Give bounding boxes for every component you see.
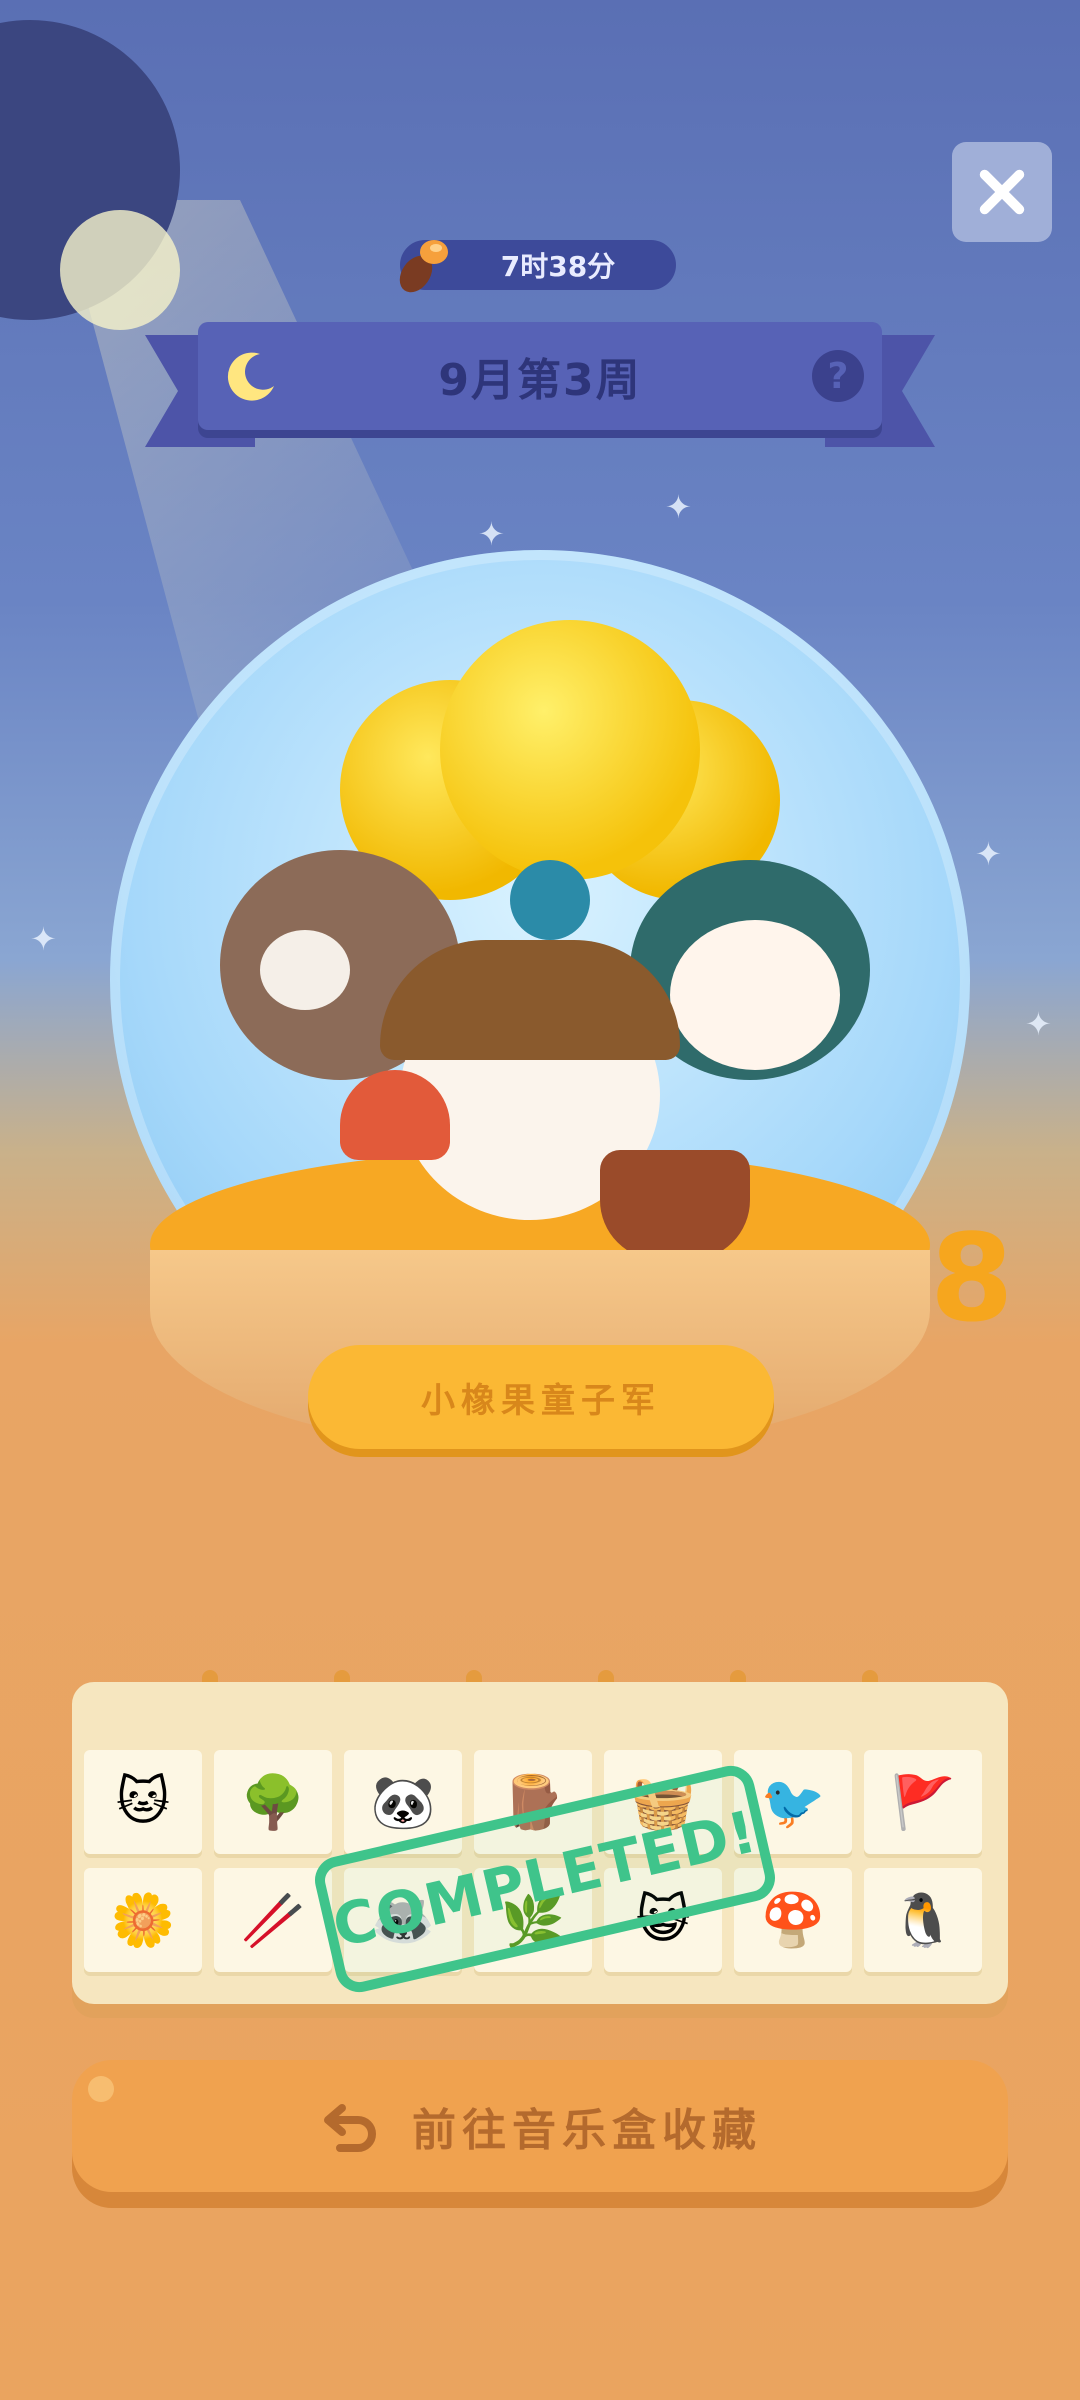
yellow-tree (440, 620, 700, 880)
globe-name: 小橡果童子军 (421, 1380, 661, 1421)
item-icon: 🚩 (890, 1772, 956, 1833)
item-icon: 🐼 (370, 1772, 436, 1833)
calico-face (670, 920, 840, 1070)
mushroom-basket (600, 1150, 750, 1260)
collection-item[interactable]: 🌳 (214, 1750, 332, 1854)
cat-muzzle (260, 930, 350, 1010)
action-label: 前往音乐盒收藏 (412, 2105, 762, 2156)
acorn-brush-icon (399, 240, 448, 293)
item-icon: 🐱 (115, 1772, 171, 1832)
return-arrow-icon (324, 2104, 376, 2152)
game-scene: ✦ ✦ ✦ ✦ ✦ 7时38分 9月第3周 ? 小橡果童子军 8 🐱 🌳 🐼 🪵… (0, 0, 1080, 2400)
sparkle-icon: ✦ (1025, 1005, 1052, 1043)
sparkle-icon: ✦ (30, 920, 57, 958)
item-icon: 🥢 (240, 1890, 306, 1951)
sparkle-icon: ✦ (478, 515, 505, 553)
item-icon: 🌳 (240, 1772, 306, 1833)
collection-item[interactable]: 🚩 (864, 1750, 982, 1854)
item-icon: 🌼 (110, 1890, 176, 1951)
question-icon: ? (827, 355, 849, 397)
collection-item[interactable]: 🐱 (84, 1750, 202, 1854)
close-icon (979, 169, 1025, 215)
week-title: 9月第3周 (438, 355, 642, 406)
collection-item[interactable]: 🐧 (864, 1868, 982, 1972)
collection-item[interactable]: 🌼 (84, 1868, 202, 1972)
side-number: 8 (930, 1210, 1014, 1349)
item-icon: 🍄 (760, 1890, 826, 1951)
week-banner: 9月第3周 ? (198, 322, 882, 430)
snow-globe (110, 550, 970, 1450)
globe-name-plaque: 小橡果童子军 (308, 1345, 774, 1449)
timer-text: 7时38分 (500, 250, 616, 283)
item-icon: 🐦 (760, 1772, 826, 1833)
blue-bird (510, 860, 590, 940)
sparkle-icon: ✦ (665, 488, 692, 526)
lamp-bulb (60, 210, 180, 330)
item-icon: 🐧 (890, 1890, 956, 1951)
help-button[interactable]: ? (812, 350, 864, 402)
moon-icon (227, 352, 274, 401)
close-button[interactable] (952, 142, 1052, 242)
button-highlight (88, 2076, 114, 2102)
sparkle-icon: ✦ (975, 835, 1002, 873)
go-to-music-box-button[interactable]: 前往音乐盒收藏 (72, 2060, 1008, 2192)
